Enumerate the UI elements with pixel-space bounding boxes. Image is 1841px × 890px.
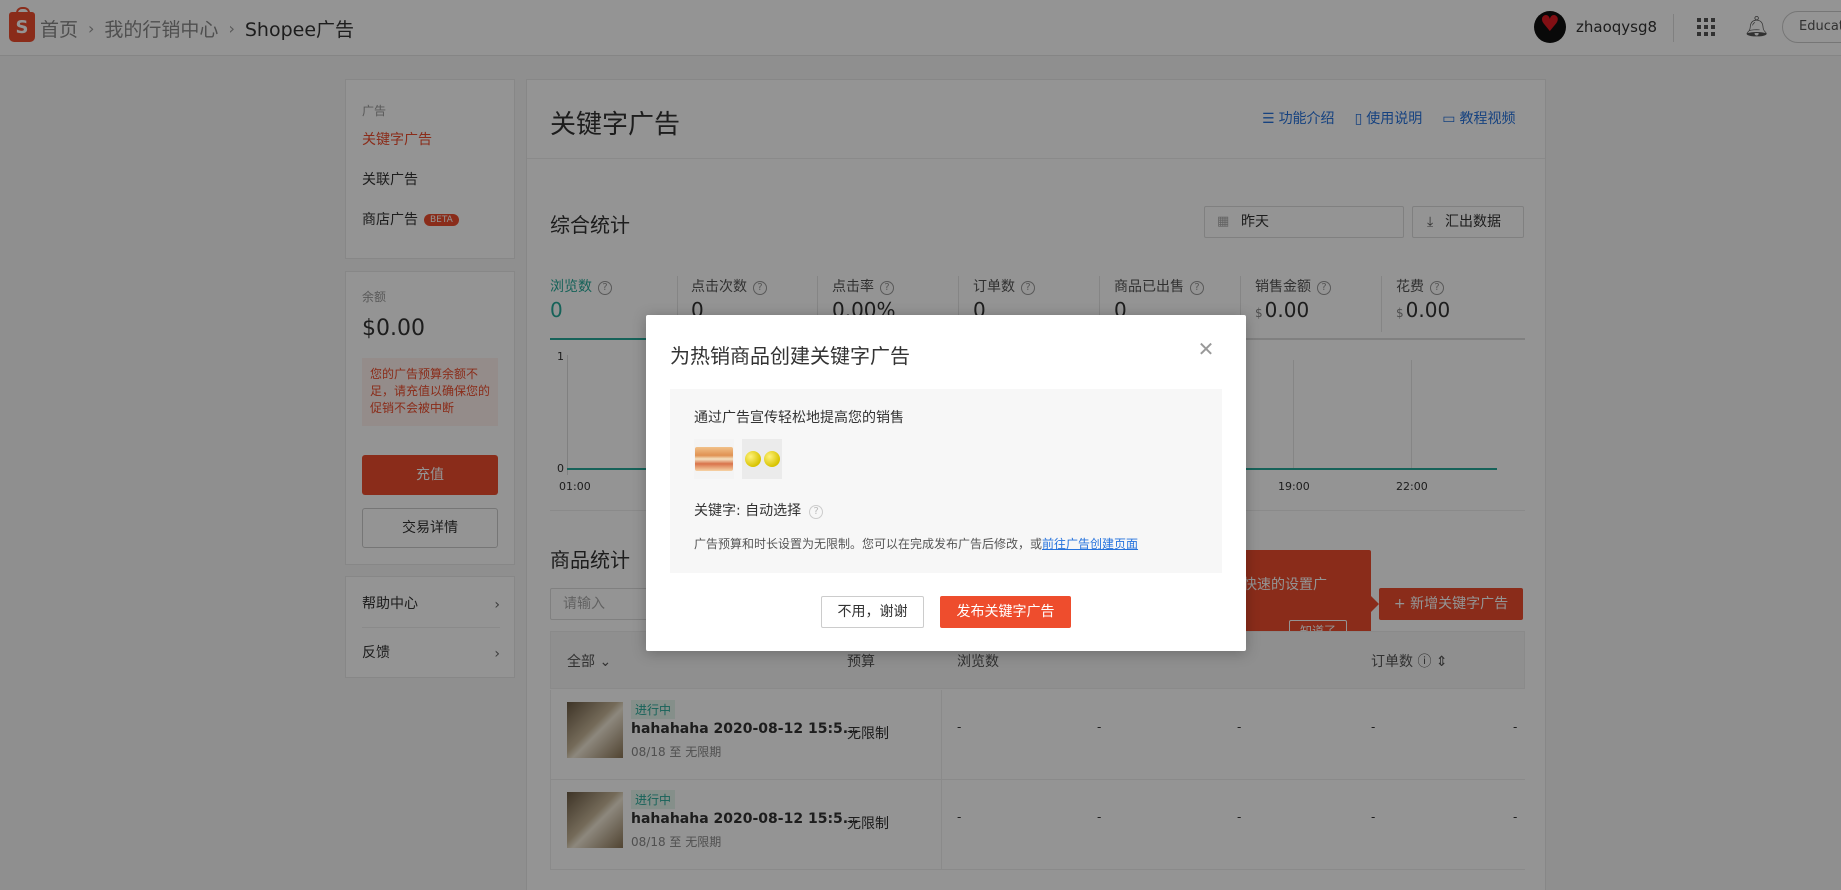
modal-content-box: 通过广告宣传轻松地提高您的销售 关键字: 自动选择? 广告预算和时长设置为无限制… [670,389,1222,573]
modal-title: 为热销商品创建关键字广告 [670,344,910,368]
cancel-button[interactable]: 不用，谢谢 [821,596,924,628]
product-thumbnails [694,439,782,479]
create-ad-page-link[interactable]: 前往广告创建页面 [1042,537,1138,551]
modal-description: 通过广告宣传轻松地提高您的销售 [694,410,904,426]
keyword-label: 关键字: 自动选择 [694,503,802,519]
help-icon[interactable]: ? [809,505,824,519]
note-text: 广告预算和时长设置为无限制。您可以在完成发布广告后修改，或 [694,537,1043,551]
close-icon[interactable]: ✕ [1196,339,1216,359]
product-image-cake [694,439,734,479]
create-keyword-ad-modal: 为热销商品创建关键字广告 ✕ 通过广告宣传轻松地提高您的销售 关键字: 自动选择… [646,315,1246,651]
keyword-setting: 关键字: 自动选择? [694,500,824,520]
product-image-balls [742,439,782,479]
modal-note: 广告预算和时长设置为无限制。您可以在完成发布广告后修改，或前往广告创建页面 [694,535,1138,552]
publish-keyword-ad-button[interactable]: 发布关键字广告 [940,596,1071,628]
